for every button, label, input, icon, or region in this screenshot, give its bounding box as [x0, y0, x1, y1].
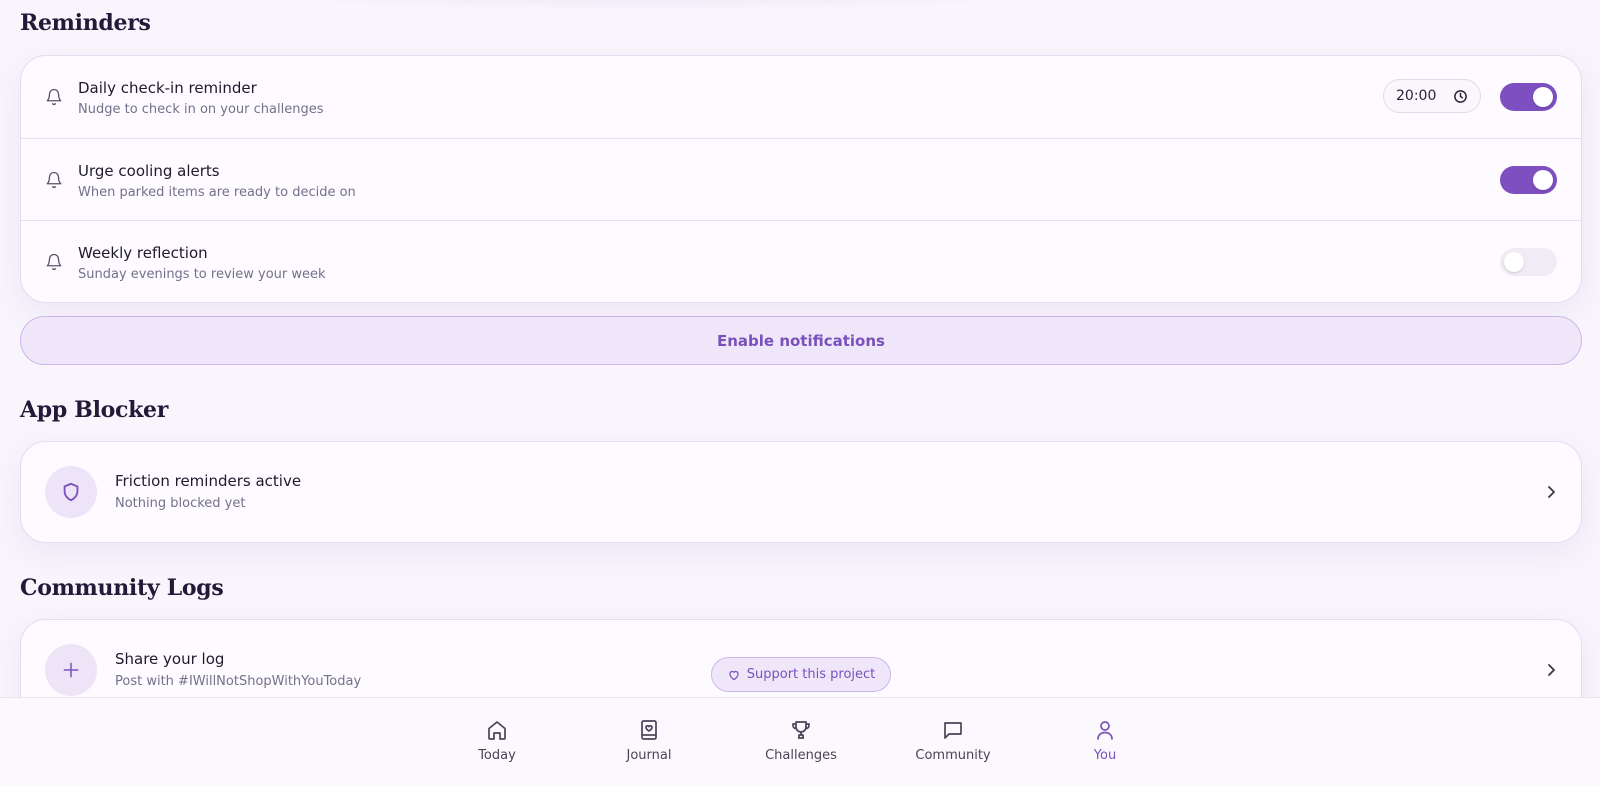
nav-label: Community: [915, 748, 991, 763]
toggle-knob: [1533, 87, 1553, 107]
top-shadow: [200, 0, 1100, 10]
app-blocker-row[interactable]: Friction reminders active Nothing blocke…: [21, 442, 1581, 542]
settings-page: Reminders Daily check-in reminder Nudge …: [0, 0, 1600, 786]
shield-icon: [63, 482, 79, 502]
toggle-knob: [1533, 170, 1553, 190]
chat-icon: [944, 722, 962, 739]
trophy-icon: [792, 721, 810, 739]
reminder-row-daily: Daily check-in reminder Nudge to check i…: [21, 56, 1581, 138]
home-icon: [488, 721, 506, 740]
section-title-community-logs: Community Logs: [20, 575, 224, 601]
nav-label: Today: [478, 748, 516, 763]
reminder-time-value: 20:00: [1396, 88, 1437, 104]
nav-item-you[interactable]: You: [1050, 718, 1160, 763]
reminder-title: Daily check-in reminder: [78, 79, 257, 97]
enable-notifications-button[interactable]: Enable notifications: [20, 316, 1582, 365]
reminder-subtitle: Sunday evenings to review your week: [78, 267, 326, 282]
app-blocker-card[interactable]: Friction reminders active Nothing blocke…: [20, 441, 1582, 543]
daily-reminder-toggle[interactable]: [1500, 83, 1557, 111]
nav-item-challenges[interactable]: Challenges: [746, 718, 856, 763]
bell-icon: [46, 253, 62, 271]
weekly-reflection-toggle[interactable]: [1500, 248, 1557, 276]
bottom-nav: Today Journal Challenges Community You: [0, 697, 1600, 786]
reminder-title: Weekly reflection: [78, 244, 208, 262]
nav-item-today[interactable]: Today: [442, 718, 552, 763]
section-title-reminders: Reminders: [20, 10, 151, 36]
reminder-row-urge: Urge cooling alerts When parked items ar…: [21, 138, 1581, 220]
journal-icon: [641, 720, 657, 740]
nav-item-community[interactable]: Community: [898, 718, 1008, 763]
app-blocker-title: Friction reminders active: [115, 472, 302, 490]
app-blocker-subtitle: Nothing blocked yet: [115, 496, 246, 511]
clock-icon[interactable]: [1453, 89, 1468, 104]
toggle-knob: [1504, 252, 1524, 272]
nav-label: Journal: [626, 748, 672, 763]
reminder-title: Urge cooling alerts: [78, 162, 220, 180]
reminder-subtitle: When parked items are ready to decide on: [78, 185, 356, 200]
bell-icon: [46, 171, 62, 189]
share-log-title: Share your log: [115, 650, 225, 668]
nav-label: Challenges: [765, 748, 837, 763]
section-title-app-blocker: App Blocker: [20, 397, 169, 423]
reminder-subtitle: Nudge to check in on your challenges: [78, 102, 324, 117]
user-icon: [1097, 721, 1113, 740]
bell-icon: [46, 88, 62, 106]
share-log-subtitle: Post with #IWillNotShopWithYouToday: [115, 674, 362, 689]
heart-icon: [729, 670, 739, 680]
reminder-time-input[interactable]: 20:00: [1383, 79, 1481, 113]
nav-label: You: [1093, 748, 1117, 763]
support-project-label: Support this project: [746, 667, 876, 682]
shield-icon-badge: [45, 466, 97, 518]
plus-icon-badge: [45, 644, 97, 696]
reminders-card: Daily check-in reminder Nudge to check i…: [20, 55, 1582, 303]
chevron-right-icon: [1548, 664, 1555, 676]
reminder-row-weekly: Weekly reflection Sunday evenings to rev…: [21, 220, 1581, 302]
plus-icon: [63, 662, 79, 678]
chevron-right-icon: [1548, 486, 1555, 498]
nav-item-journal[interactable]: Journal: [594, 718, 704, 763]
urge-alerts-toggle[interactable]: [1500, 166, 1557, 194]
support-project-button[interactable]: Support this project: [711, 657, 891, 692]
